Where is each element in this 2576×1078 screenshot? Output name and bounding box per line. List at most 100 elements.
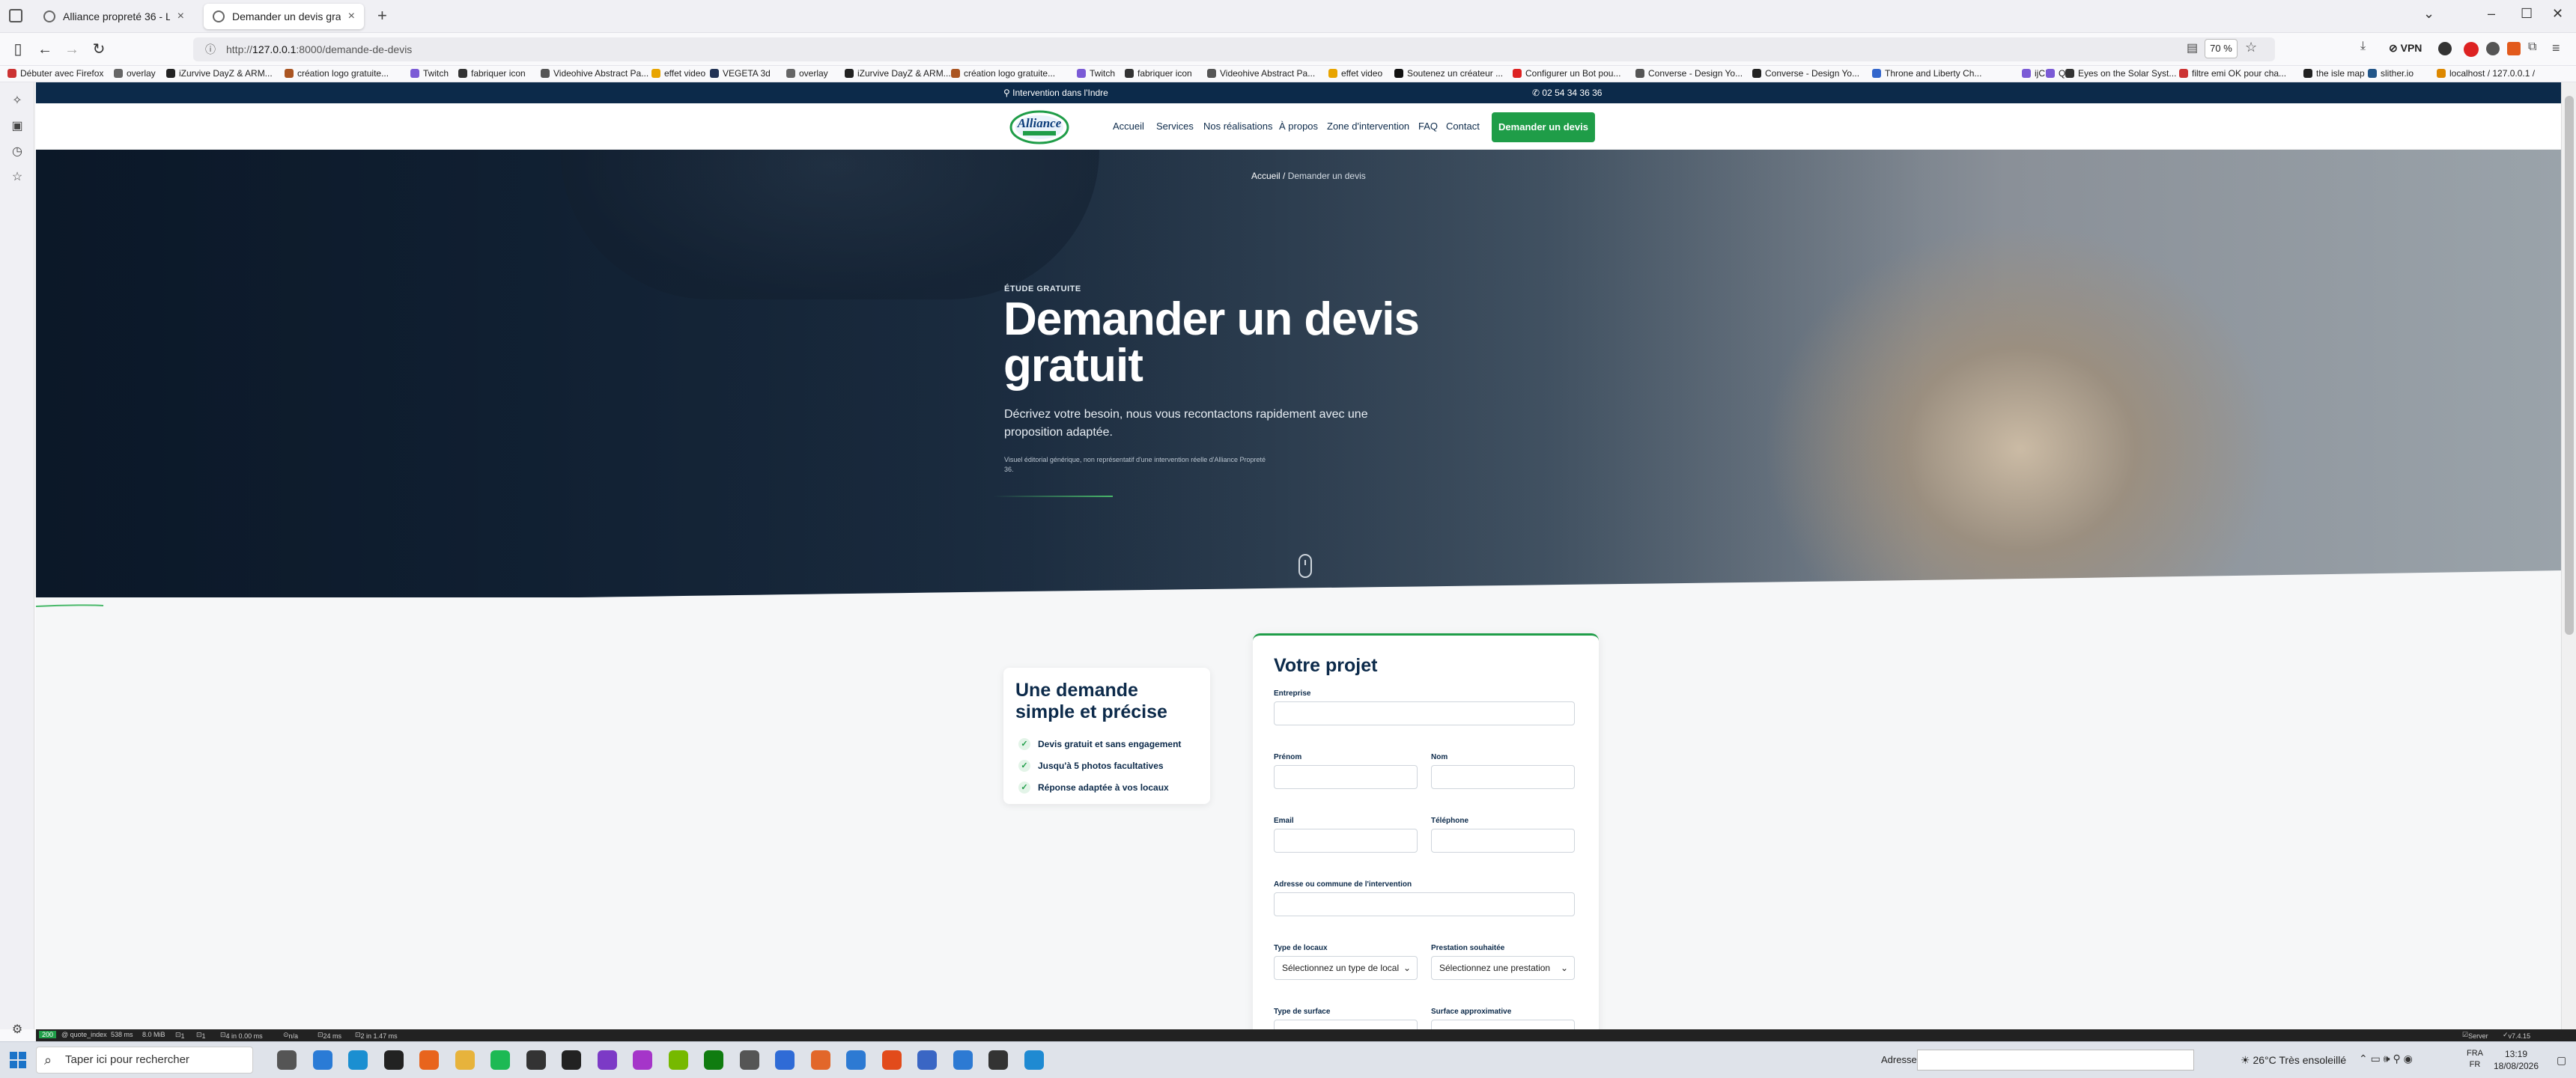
bookmark-item[interactable]: overlay: [114, 68, 156, 79]
terminal-icon[interactable]: [526, 1050, 546, 1070]
site-logo[interactable]: Alliance: [1008, 108, 1071, 145]
bookmark-item[interactable]: effet video: [1328, 68, 1382, 79]
url-bar[interactable]: ⓘ http://127.0.0.1:8000/demande-de-devis: [193, 37, 2275, 61]
spotify-icon[interactable]: [490, 1050, 510, 1070]
nav-link[interactable]: À propos: [1279, 121, 1318, 132]
maximize-icon[interactable]: ☐: [2521, 6, 2533, 22]
bookmark-item[interactable]: Videohive Abstract Pa...: [1207, 68, 1315, 79]
bookmark-item[interactable]: filtre emi OK pour cha...: [2179, 68, 2286, 79]
service-select[interactable]: Sélectionnez une prestation ⌄: [1431, 956, 1575, 980]
reload-icon[interactable]: ↻: [88, 39, 109, 60]
app-icon[interactable]: [633, 1050, 652, 1070]
breadcrumb-home[interactable]: Accueil: [1251, 171, 1281, 181]
address-field[interactable]: [1274, 892, 1575, 916]
debug-version[interactable]: ✓ v7.4.15: [2503, 1031, 2530, 1040]
email-field[interactable]: [1274, 829, 1418, 853]
zoom-level[interactable]: 70 %: [2205, 39, 2238, 58]
clock[interactable]: 13:19 18/08/2026: [2486, 1048, 2546, 1072]
app-icon[interactable]: [846, 1050, 866, 1070]
forward-icon[interactable]: →: [61, 39, 82, 60]
lastname-field[interactable]: [1431, 765, 1575, 789]
nav-link[interactable]: Accueil: [1113, 121, 1144, 132]
nav-link[interactable]: Contact: [1446, 121, 1480, 132]
app-icon[interactable]: [811, 1050, 830, 1070]
app-icon[interactable]: [740, 1050, 759, 1070]
scrollbar-thumb[interactable]: [2565, 96, 2574, 635]
debug-cache[interactable]: ⊡ 4 in 0.00 ms: [220, 1031, 263, 1040]
debug-events[interactable]: ⊡ 1: [196, 1031, 206, 1040]
tab-alliance[interactable]: Alliance propreté 36 - Lancer p ×: [34, 4, 193, 29]
surface-type-select[interactable]: [1274, 1020, 1418, 1029]
bookmark-item[interactable]: iZurvive DayZ & ARM...: [166, 68, 273, 79]
bookmark-star-icon[interactable]: ☆: [2245, 40, 2257, 55]
phone-field[interactable]: [1431, 829, 1575, 853]
debug-db[interactable]: ⊡ 2 in 1.47 ms: [355, 1031, 398, 1040]
extension-icon[interactable]: [2486, 42, 2500, 55]
close-tab-icon[interactable]: ×: [348, 10, 355, 23]
bookmark-item[interactable]: slither.io: [2368, 68, 2414, 79]
bookmark-item[interactable]: Twitch: [1077, 68, 1115, 79]
company-field[interactable]: [1274, 701, 1575, 725]
bookmark-item[interactable]: overlay: [786, 68, 828, 79]
nav-link[interactable]: FAQ: [1418, 121, 1438, 132]
phone-info[interactable]: ✆ 02 54 34 36 36: [1532, 88, 1602, 98]
extension-adblock-icon[interactable]: [2464, 42, 2479, 57]
app-icon[interactable]: [598, 1050, 617, 1070]
request-quote-button[interactable]: Demander un devis: [1492, 112, 1595, 142]
app-icon[interactable]: [988, 1050, 1008, 1070]
debug-twig[interactable]: ⊡ 24 ms: [318, 1031, 341, 1040]
nav-link[interactable]: Services: [1156, 121, 1194, 132]
account-icon[interactable]: [2438, 42, 2452, 55]
windows-start-icon[interactable]: [9, 1051, 27, 1069]
tab-list-icon[interactable]: [9, 9, 22, 22]
firefox-icon[interactable]: [419, 1050, 439, 1070]
vscode-icon[interactable]: [1024, 1050, 1044, 1070]
bookmark-item[interactable]: fabriquer icon: [1125, 68, 1192, 79]
bookmark-item[interactable]: Soutenez un créateur ...: [1394, 68, 1503, 79]
chatgpt-icon[interactable]: [384, 1050, 404, 1070]
edge-icon[interactable]: [348, 1050, 368, 1070]
bookmark-item[interactable]: Eyes on the Solar Syst...: [2065, 68, 2176, 79]
bookmark-item[interactable]: création logo gratuite...: [285, 68, 389, 79]
bookmark-item[interactable]: Débuter avec Firefox: [7, 68, 103, 79]
page-scrollbar[interactable]: [2561, 82, 2576, 1029]
bookmark-item[interactable]: Q: [2046, 68, 2065, 79]
app-icon[interactable]: [917, 1050, 937, 1070]
bookmark-item[interactable]: Throne and Liberty Ch...: [1872, 68, 1981, 79]
extensions-icon[interactable]: ⧉: [2528, 40, 2536, 54]
bookmark-item[interactable]: Twitch: [410, 68, 449, 79]
folder-icon[interactable]: [455, 1050, 475, 1070]
nav-link[interactable]: Zone d'intervention: [1327, 121, 1409, 132]
debug-logs[interactable]: ⊡ 1: [175, 1031, 185, 1040]
settings-icon[interactable]: ⚙: [10, 1022, 25, 1037]
back-icon[interactable]: ←: [34, 39, 55, 60]
status-code-badge[interactable]: 200: [39, 1031, 57, 1038]
page-info-icon[interactable]: ⓘ: [205, 37, 216, 61]
download-icon[interactable]: ⤓: [2360, 40, 2366, 53]
weather-widget[interactable]: ☀ 26°C Très ensoleillé: [2241, 1054, 2346, 1067]
tab-devis[interactable]: Demander un devis gratuit — A ×: [204, 4, 364, 29]
notifications-icon[interactable]: ▢: [2557, 1054, 2566, 1067]
synced-tabs-icon[interactable]: ▣: [10, 118, 25, 133]
bookmarks-icon[interactable]: ☆: [10, 169, 25, 184]
sidebar-toggle-icon[interactable]: ▯: [7, 39, 28, 60]
bookmark-item[interactable]: Configurer un Bot pou...: [1513, 68, 1620, 79]
app-icon[interactable]: [562, 1050, 581, 1070]
bookmark-item[interactable]: effet video: [651, 68, 705, 79]
debug-memory[interactable]: 8.0 MiB: [142, 1031, 165, 1038]
debug-server[interactable]: ☑ Server: [2462, 1031, 2488, 1040]
bookmark-item[interactable]: the isle map: [2303, 68, 2365, 79]
bookmark-item[interactable]: localhost / 127.0.0.1 /: [2437, 68, 2535, 79]
new-tab-button[interactable]: +: [377, 6, 387, 25]
bookmark-item[interactable]: Videohive Abstract Pa...: [541, 68, 648, 79]
tray-icons[interactable]: ⌃ ▭ 🕪 ⚲ ◉: [2359, 1053, 2413, 1065]
minimize-icon[interactable]: –: [2488, 6, 2495, 22]
taskbar-search-input[interactable]: ⌕ Taper ici pour rechercher: [36, 1047, 253, 1074]
surface-approx-field[interactable]: [1431, 1020, 1575, 1029]
ai-chat-icon[interactable]: ✧: [10, 93, 25, 108]
app-icon[interactable]: [882, 1050, 902, 1070]
bookmark-item[interactable]: Converse - Design Yo...: [1635, 68, 1743, 79]
app-icon[interactable]: [953, 1050, 973, 1070]
vpn-button[interactable]: ⊘ VPN: [2389, 42, 2422, 55]
bookmark-item[interactable]: iZurvive DayZ & ARM...: [845, 68, 951, 79]
